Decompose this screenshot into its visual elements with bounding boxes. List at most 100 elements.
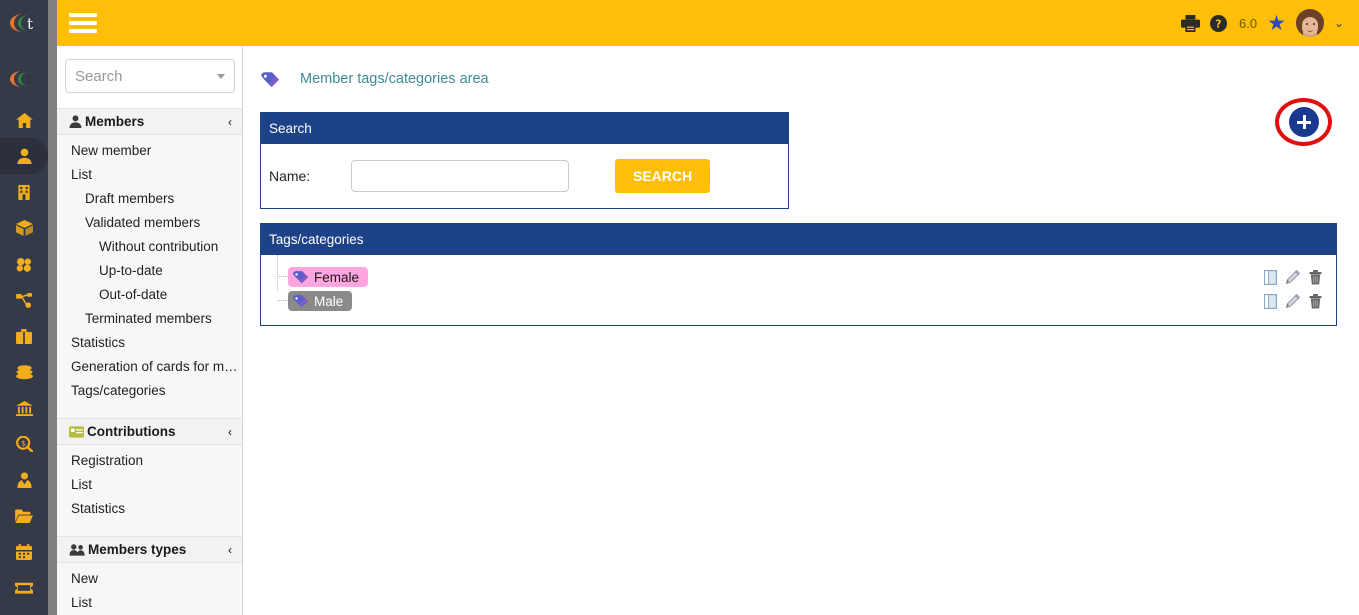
search-submit-button[interactable]: SEARCH: [615, 159, 711, 193]
search-combobox[interactable]: [65, 59, 235, 93]
rail-item-sitemap[interactable]: [0, 282, 48, 318]
rail-item-box[interactable]: [0, 210, 48, 246]
rail-item-folder-open[interactable]: [0, 498, 48, 534]
tags-list: Female Male: [261, 255, 1336, 325]
galette-logo: t: [0, 0, 48, 46]
search-panel: Search Name: SEARCH: [260, 112, 789, 209]
sidebar-section: New List: [57, 563, 242, 615]
sidebar-group-members[interactable]: Members ‹: [57, 108, 242, 135]
sidebar-group-label: Members types: [88, 542, 187, 557]
sidebar-item-up-to-date[interactable]: Up-to-date: [57, 259, 242, 283]
icon-rail: t t $: [0, 0, 48, 615]
name-input[interactable]: [351, 160, 569, 192]
sidebar-item-generation-of-cards-for-me[interactable]: Generation of cards for me…: [57, 355, 242, 379]
sidebar-item-without-contribution[interactable]: Without contribution: [57, 235, 242, 259]
chevron-left-icon[interactable]: ‹: [228, 544, 232, 556]
row-actions: [1264, 293, 1322, 309]
edit-pencil-icon[interactable]: [1286, 270, 1300, 284]
sidebar-group-spacer: [57, 409, 242, 418]
sidebar-menu: Members‹New memberListDraft membersValid…: [57, 46, 243, 615]
table-row: Female: [261, 265, 1336, 289]
search-form: Name: SEARCH: [261, 144, 788, 208]
sidebar-group-spacer: [57, 527, 242, 536]
search-panel-title: Search: [261, 113, 788, 144]
tag-icon: [260, 71, 280, 88]
rail-item-cubes[interactable]: [0, 246, 48, 282]
rail-item-user-tie[interactable]: [0, 462, 48, 498]
chevron-down-icon[interactable]: [217, 74, 225, 79]
delete-trash-icon[interactable]: [1309, 269, 1322, 285]
sidebar-group-members-types[interactable]: Members types ‹: [57, 536, 242, 563]
breadcrumb-label[interactable]: Member tags/categories area: [300, 71, 489, 87]
users-icon: [69, 543, 85, 556]
hamburger-icon[interactable]: [69, 9, 97, 37]
rail-scrollbar[interactable]: [48, 0, 57, 615]
edit-pencil-icon[interactable]: [1286, 294, 1300, 308]
sidebar-search-area: [57, 46, 242, 108]
tags-panel: Tags/categories Female Male: [260, 223, 1337, 326]
detail-icon[interactable]: [1264, 293, 1277, 309]
sidebar-item-statistics[interactable]: Statistics: [57, 331, 242, 355]
svg-text:?: ?: [1215, 17, 1221, 30]
rail-item-members[interactable]: [0, 138, 48, 174]
rail-item-ticket[interactable]: [0, 570, 48, 606]
top-bar: ? 6.0 ★ ⌄: [57, 0, 1359, 46]
sidebar-item-validated-members[interactable]: Validated members: [57, 211, 242, 235]
sidebar-item-out-of-date[interactable]: Out-of-date: [57, 283, 242, 307]
delete-trash-icon[interactable]: [1309, 293, 1322, 309]
printer-icon[interactable]: [1181, 14, 1201, 32]
sidebar-item-terminated-members[interactable]: Terminated members: [57, 307, 242, 331]
rail-item-search-dollar[interactable]: $: [0, 426, 48, 462]
sidebar-item-tags-categories[interactable]: Tags/categories: [57, 379, 242, 403]
help-circle-icon[interactable]: ?: [1210, 14, 1228, 32]
sidebar-item-new-member[interactable]: New member: [57, 139, 242, 163]
tag-icon: [292, 270, 309, 285]
app-root: t t $ ? 6.0 ★ ⌄ Search Members ‹ New mem…: [0, 0, 1359, 615]
top-bar-actions: ? 6.0 ★ ⌄: [1181, 9, 1359, 37]
chevron-left-icon[interactable]: ‹: [228, 426, 232, 438]
sidebar-group-label: Contributions: [87, 424, 176, 439]
rail-item-bank[interactable]: [0, 390, 48, 426]
rail-item-home[interactable]: [0, 102, 48, 138]
rail-item-calendar[interactable]: [0, 534, 48, 570]
tag-label: Male: [314, 293, 344, 309]
rail-item-coins[interactable]: [0, 354, 48, 390]
sidebar-item-list[interactable]: List: [57, 163, 242, 187]
sidebar-item-draft-members[interactable]: Draft members: [57, 187, 242, 211]
tree-branch: [277, 300, 288, 301]
user-menu-chevron-down-icon[interactable]: ⌄: [1334, 16, 1344, 30]
user-icon: [69, 115, 82, 128]
sidebar-group-label: Members: [85, 114, 145, 129]
table-row: Male: [261, 289, 1336, 313]
sidebar-item-list[interactable]: List: [57, 473, 242, 497]
user-avatar[interactable]: [1295, 9, 1324, 37]
main-content: Member tags/categories area Search Name:…: [244, 46, 1359, 615]
search-input[interactable]: [66, 67, 234, 85]
tag-badge[interactable]: Male: [288, 291, 353, 311]
rail-item-building[interactable]: [0, 174, 48, 210]
rail-item-briefcase[interactable]: [0, 318, 48, 354]
svg-text:t: t: [26, 73, 32, 88]
tag-label: Female: [314, 269, 360, 285]
svg-text:$: $: [21, 439, 26, 448]
tag-icon: [292, 294, 309, 309]
tag-badge[interactable]: Female: [288, 267, 369, 287]
sidebar-groups: Members ‹ New member List Draft members Valid…: [57, 108, 242, 615]
star-icon[interactable]: ★: [1267, 13, 1286, 34]
tags-panel-title: Tags/categories: [261, 224, 1336, 255]
svg-text:t: t: [27, 15, 33, 33]
chevron-left-icon[interactable]: ‹: [228, 116, 232, 128]
version-label: 6.0: [1239, 15, 1258, 31]
breadcrumb: Member tags/categories area: [244, 46, 1359, 90]
sidebar-item-new[interactable]: New: [57, 567, 242, 591]
tree-branch: [277, 276, 288, 277]
detail-icon[interactable]: [1264, 269, 1277, 285]
sidebar-group-contributions[interactable]: Contributions ‹: [57, 418, 242, 445]
sidebar-item-statistics[interactable]: Statistics: [57, 497, 242, 521]
add-tag-button[interactable]: [1289, 107, 1319, 137]
name-label: Name:: [269, 168, 311, 184]
sidebar-section: New member List Draft members Validated mem…: [57, 135, 242, 409]
row-actions: [1264, 269, 1322, 285]
sidebar-item-registration[interactable]: Registration: [57, 449, 242, 473]
sidebar-item-list[interactable]: List: [57, 591, 242, 615]
